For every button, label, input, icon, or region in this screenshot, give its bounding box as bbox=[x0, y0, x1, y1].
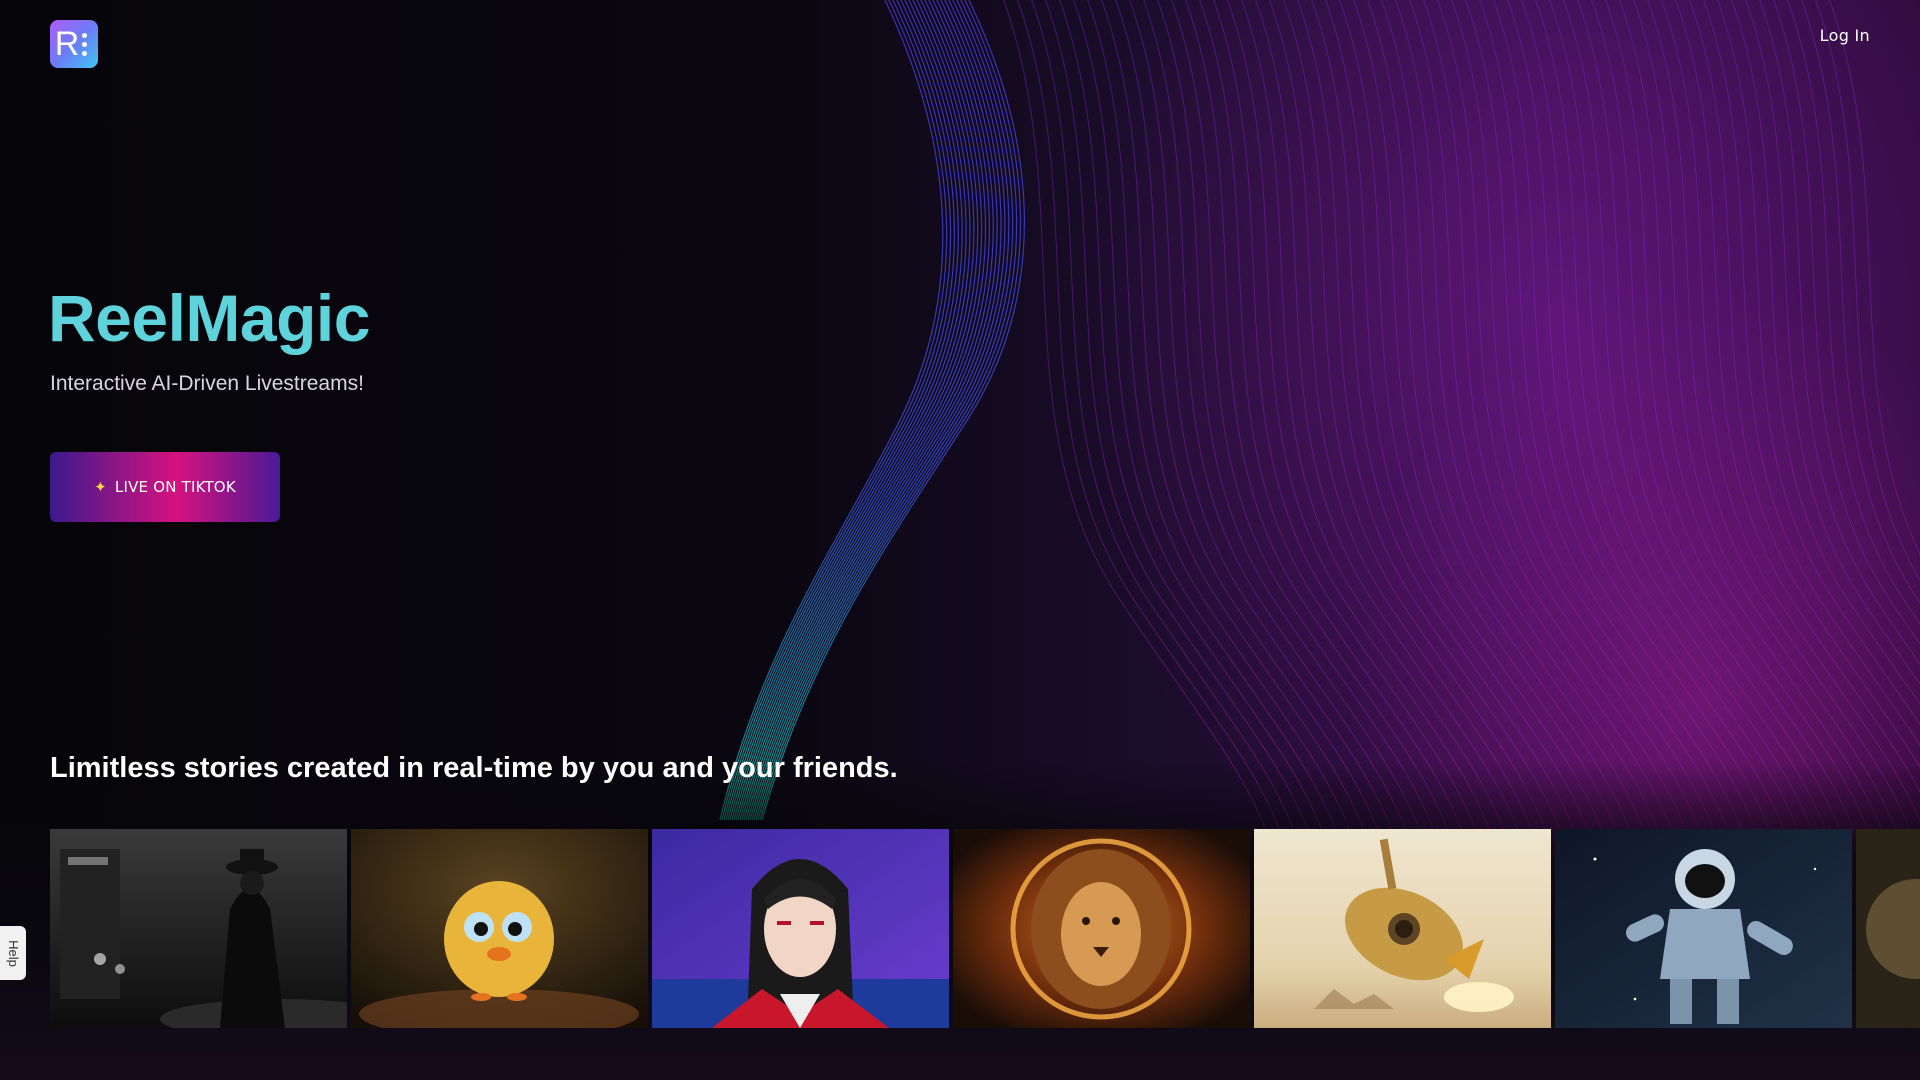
cta-label: LIVE ON TIKTOK bbox=[114, 478, 236, 496]
thumbnail-strip bbox=[50, 829, 1920, 1028]
help-label: Help bbox=[5, 939, 21, 967]
partial-thumbnail-image bbox=[1856, 829, 1920, 1028]
thumbnail-anime-vampire[interactable] bbox=[652, 829, 949, 1028]
thumbnail-partial[interactable] bbox=[1856, 829, 1920, 1028]
logo[interactable]: R bbox=[50, 20, 98, 68]
logo-dots-icon bbox=[82, 32, 88, 56]
noir-detective-image bbox=[50, 829, 347, 1028]
sparkle-icon: ✦ bbox=[94, 478, 107, 496]
fire-lion-image bbox=[953, 829, 1250, 1028]
live-on-tiktok-button[interactable]: ✦ LIVE ON TIKTOK bbox=[50, 452, 280, 522]
thumbnail-fire-lion[interactable] bbox=[953, 829, 1250, 1028]
page: R Log In ReelMagic Interactive AI-Driven… bbox=[0, 0, 1920, 1080]
anime-vampire-image bbox=[652, 829, 949, 1028]
logo-letter: R bbox=[54, 25, 80, 63]
help-tab[interactable]: Help bbox=[0, 926, 26, 980]
thumbnail-desert-rocket[interactable] bbox=[1254, 829, 1551, 1028]
thumbnail-noir-detective[interactable] bbox=[50, 829, 347, 1028]
gallery-title: Limitless stories created in real-time b… bbox=[50, 752, 898, 784]
cartoon-chick-image bbox=[351, 829, 648, 1028]
space-astronaut-image bbox=[1555, 829, 1852, 1028]
login-link[interactable]: Log In bbox=[1820, 26, 1870, 45]
thumbnail-space-astronaut[interactable] bbox=[1555, 829, 1852, 1028]
desert-rocket-image bbox=[1254, 829, 1551, 1028]
hero-title: ReelMagic bbox=[48, 281, 370, 355]
hero-subtitle: Interactive AI-Driven Livestreams! bbox=[50, 372, 364, 395]
thumbnail-cartoon-chick[interactable] bbox=[351, 829, 648, 1028]
